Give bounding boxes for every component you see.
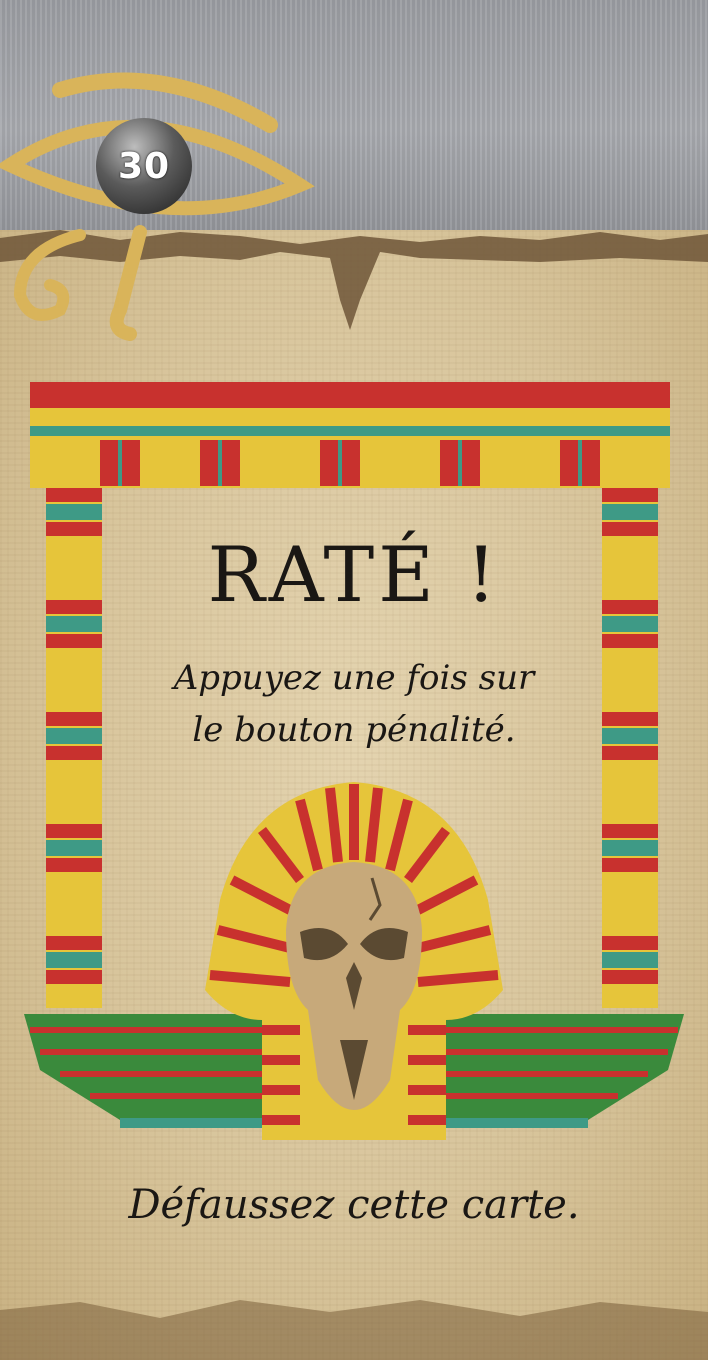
footer-text: Défaussez cette carte.	[128, 1182, 580, 1228]
torn-edge	[0, 230, 708, 330]
instruction-line-2: le bouton pénalité.	[192, 710, 516, 750]
card-title: RATÉ !	[207, 530, 501, 619]
card-number-badge: 30	[96, 118, 192, 214]
instruction-line-1: Appuyez une fois sur	[173, 658, 535, 698]
card-number: 30	[117, 145, 171, 187]
bottom-burn	[0, 1300, 708, 1360]
